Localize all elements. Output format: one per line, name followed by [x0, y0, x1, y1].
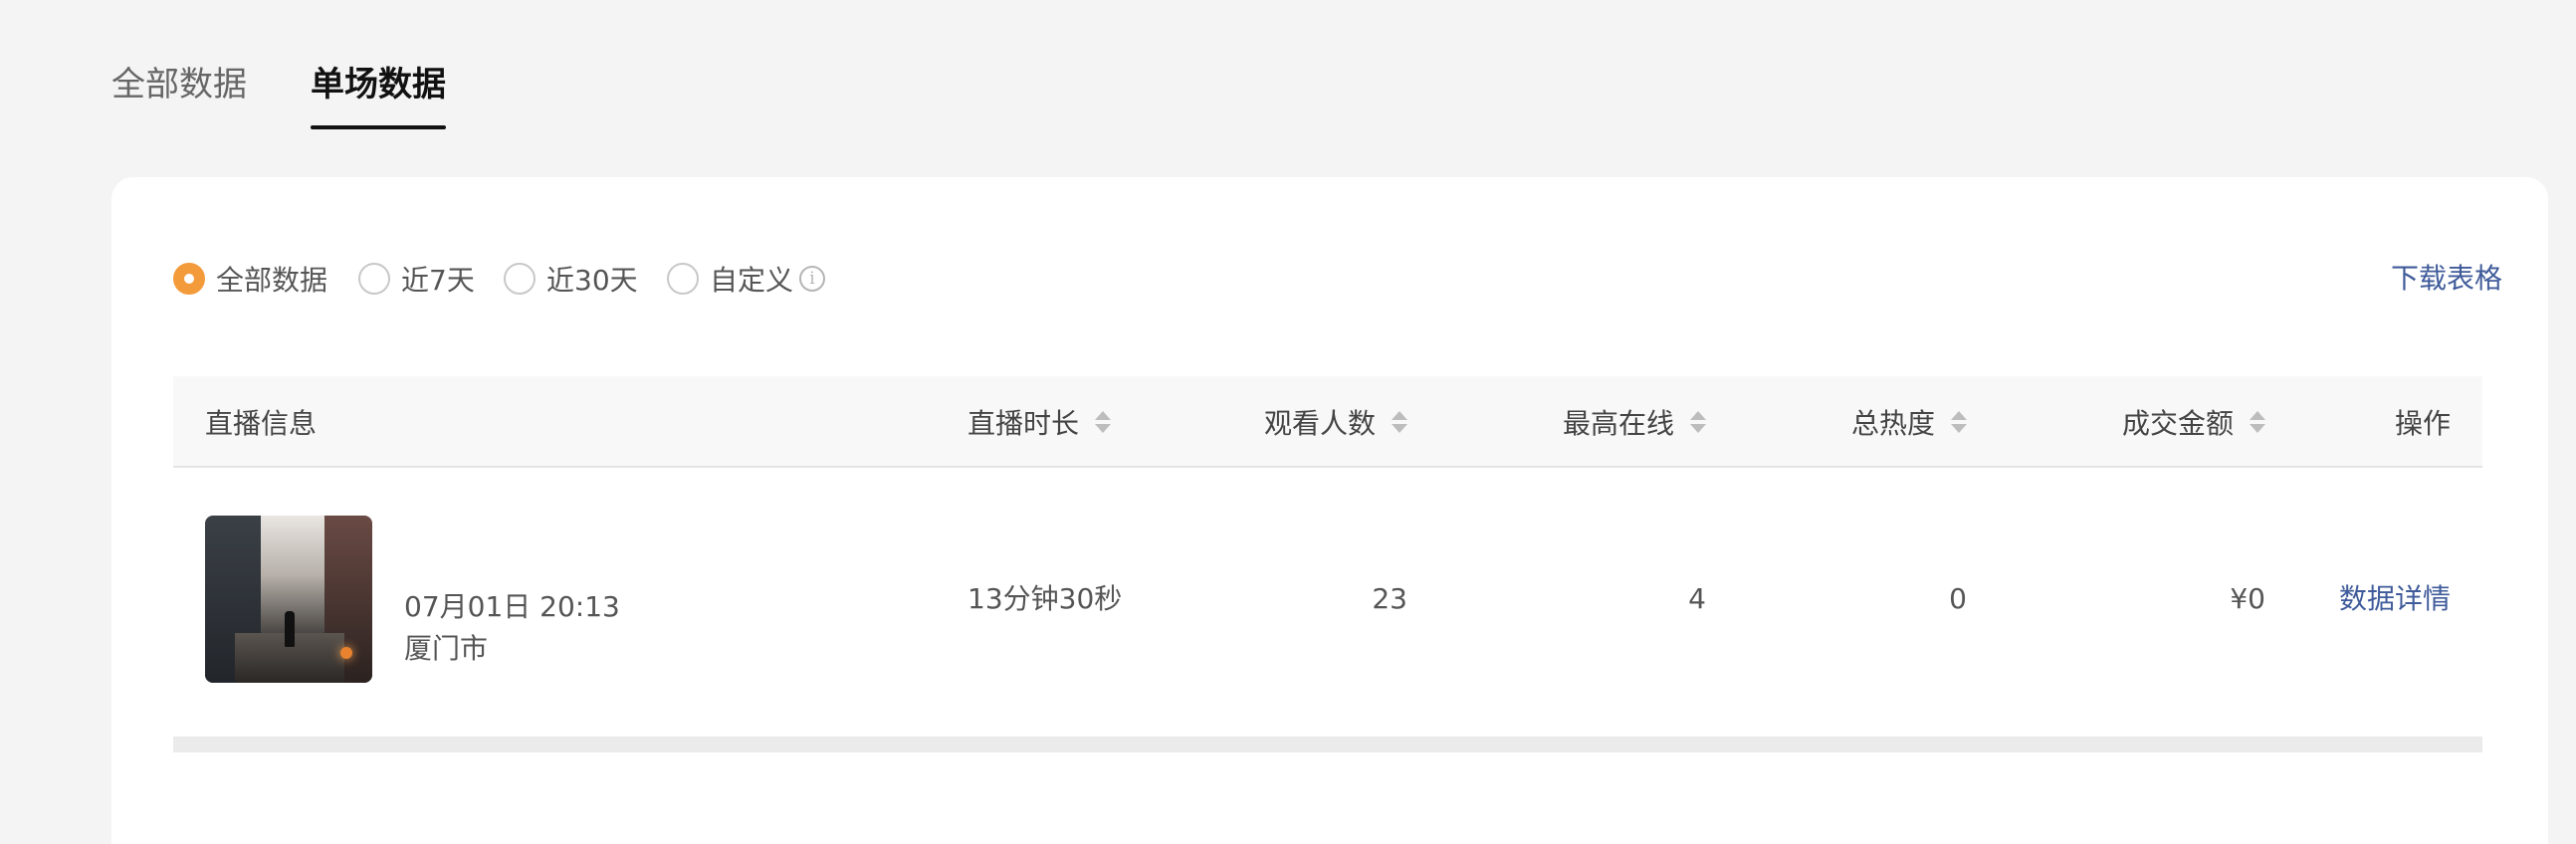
- sales-amount: ¥0: [2230, 582, 2265, 615]
- column-header-live-info: 直播信息: [205, 376, 317, 468]
- viewer-count: 23: [1372, 582, 1407, 615]
- column-label: 成交金额: [2121, 407, 2234, 440]
- radio-unselected-icon: [504, 263, 536, 295]
- live-data-table: 直播信息 直播时长 观看人数 最高在线 总热度 成交金额 操作 07月01日 2…: [173, 376, 2482, 752]
- column-label: 观看人数: [1263, 407, 1376, 440]
- horizontal-scrollbar[interactable]: [173, 737, 2482, 752]
- column-header-total-heat[interactable]: 总热度: [1851, 376, 1967, 468]
- tab-all-data[interactable]: 全部数据: [111, 62, 247, 107]
- data-details-link[interactable]: 数据详情: [2339, 579, 2451, 619]
- column-label: 直播信息: [205, 407, 318, 440]
- sort-icon[interactable]: [2250, 408, 2265, 436]
- sort-icon[interactable]: [1392, 408, 1407, 436]
- live-duration: 13分钟30秒: [967, 582, 1123, 615]
- column-label: 操作: [2394, 407, 2451, 440]
- column-label: 最高在线: [1562, 407, 1674, 440]
- filter-all-data[interactable]: 全部数据: [173, 259, 327, 299]
- data-card: 全部数据 近7天 近30天 自定义 i 下载表格 直播信息 直播时长 观看人数 …: [111, 177, 2548, 844]
- active-tab-indicator: [311, 125, 446, 129]
- filter-custom[interactable]: 自定义 i: [667, 259, 826, 299]
- live-cover-image: [205, 516, 372, 683]
- column-header-actions: 操作: [2395, 376, 2451, 468]
- sort-icon[interactable]: [1095, 408, 1112, 436]
- filter-label: 近7天: [401, 264, 475, 297]
- download-table-link[interactable]: 下载表格: [2391, 259, 2502, 299]
- filter-label: 全部数据: [216, 264, 328, 297]
- radio-unselected-icon: [358, 263, 390, 295]
- radio-unselected-icon: [667, 263, 699, 295]
- column-header-peak-online[interactable]: 最高在线: [1563, 376, 1706, 468]
- filter-last-7-days[interactable]: 近7天: [358, 259, 475, 299]
- live-start-time: 07月01日 20:13: [404, 590, 620, 623]
- column-label: 直播时长: [967, 407, 1080, 440]
- live-location: 厦门市: [404, 632, 489, 665]
- radio-selected-icon: [173, 263, 205, 295]
- info-icon[interactable]: i: [799, 266, 826, 292]
- table-row: 07月01日 20:13 厦门市 13分钟30秒 23 4 0 ¥0 数据详情: [173, 468, 2482, 735]
- table-header: 直播信息 直播时长 观看人数 最高在线 总热度 成交金额 操作: [173, 376, 2482, 468]
- column-header-duration[interactable]: 直播时长: [967, 376, 1112, 468]
- tab-bar: 全部数据 单场数据: [111, 0, 709, 134]
- tab-single-session-data[interactable]: 单场数据: [311, 62, 446, 107]
- filter-label: 自定义: [710, 264, 794, 297]
- total-heat-value: 0: [1949, 582, 1967, 615]
- filter-last-30-days[interactable]: 近30天: [504, 259, 638, 299]
- column-header-sales[interactable]: 成交金额: [2122, 376, 2265, 468]
- peak-online-count: 4: [1688, 582, 1706, 615]
- date-filter-bar: 全部数据 近7天 近30天 自定义 i 下载表格: [173, 259, 2502, 299]
- column-header-viewers[interactable]: 观看人数: [1264, 376, 1407, 468]
- sort-icon[interactable]: [1690, 408, 1706, 436]
- filter-label: 近30天: [546, 264, 638, 297]
- column-label: 总热度: [1850, 407, 1935, 440]
- sort-icon[interactable]: [1951, 408, 1967, 436]
